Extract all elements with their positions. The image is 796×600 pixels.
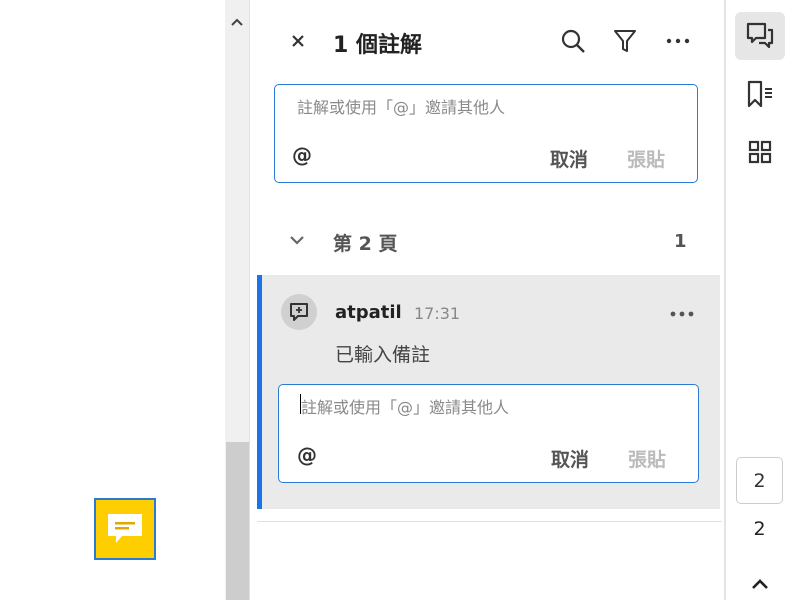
more-icon[interactable] xyxy=(664,27,692,55)
new-comment-box[interactable]: 註解或使用「@」邀請其他人 @ 取消 張貼 xyxy=(274,84,698,183)
bookmarks-button[interactable] xyxy=(735,70,785,118)
reply-mention-button[interactable]: @ xyxy=(297,443,317,467)
reply-cancel-button[interactable]: 取消 xyxy=(551,445,589,472)
comment-author: atpatil xyxy=(335,302,402,323)
comment-more-icon[interactable] xyxy=(668,300,696,328)
reply-post-button[interactable]: 張貼 xyxy=(628,445,666,472)
comments-icon xyxy=(746,22,774,49)
add-comment-icon xyxy=(290,303,308,321)
comment-input[interactable]: 註解或使用「@」邀請其他人 xyxy=(297,94,505,118)
bookmark-list-icon xyxy=(747,80,772,108)
close-icon[interactable] xyxy=(284,27,312,55)
avatar xyxy=(281,294,317,330)
divider xyxy=(257,521,722,522)
page-group-count: 1 xyxy=(674,231,687,252)
post-button[interactable]: 張貼 xyxy=(627,145,665,172)
search-icon[interactable] xyxy=(559,27,587,55)
panel-divider xyxy=(724,0,726,600)
page-total: 2 xyxy=(753,518,766,540)
comments-tool-button[interactable] xyxy=(735,12,785,60)
thumbnails-button[interactable] xyxy=(735,128,785,176)
chevron-down-icon[interactable] xyxy=(289,234,305,246)
cancel-button[interactable]: 取消 xyxy=(550,145,588,172)
page-group-label[interactable]: 第 2 頁 xyxy=(333,229,397,256)
filter-icon[interactable] xyxy=(611,27,639,55)
sticky-note-annotation[interactable] xyxy=(94,498,156,560)
mention-button[interactable]: @ xyxy=(292,143,312,167)
note-icon xyxy=(108,514,142,543)
comment-text: 已輸入備註 xyxy=(335,344,431,366)
scroll-up-icon[interactable] xyxy=(229,14,245,30)
chevron-up-icon[interactable] xyxy=(751,578,769,590)
reply-box[interactable]: 註解或使用「@」邀請其他人 @ 取消 張貼 xyxy=(278,384,699,483)
page-number-input[interactable]: 2 xyxy=(736,457,783,504)
comment-time: 17:31 xyxy=(414,304,461,323)
page-title: 1 個註解 xyxy=(333,33,422,58)
grid-icon xyxy=(748,140,772,164)
reply-input[interactable]: 註解或使用「@」邀請其他人 xyxy=(301,394,509,418)
scrollbar-thumb[interactable] xyxy=(226,442,249,600)
